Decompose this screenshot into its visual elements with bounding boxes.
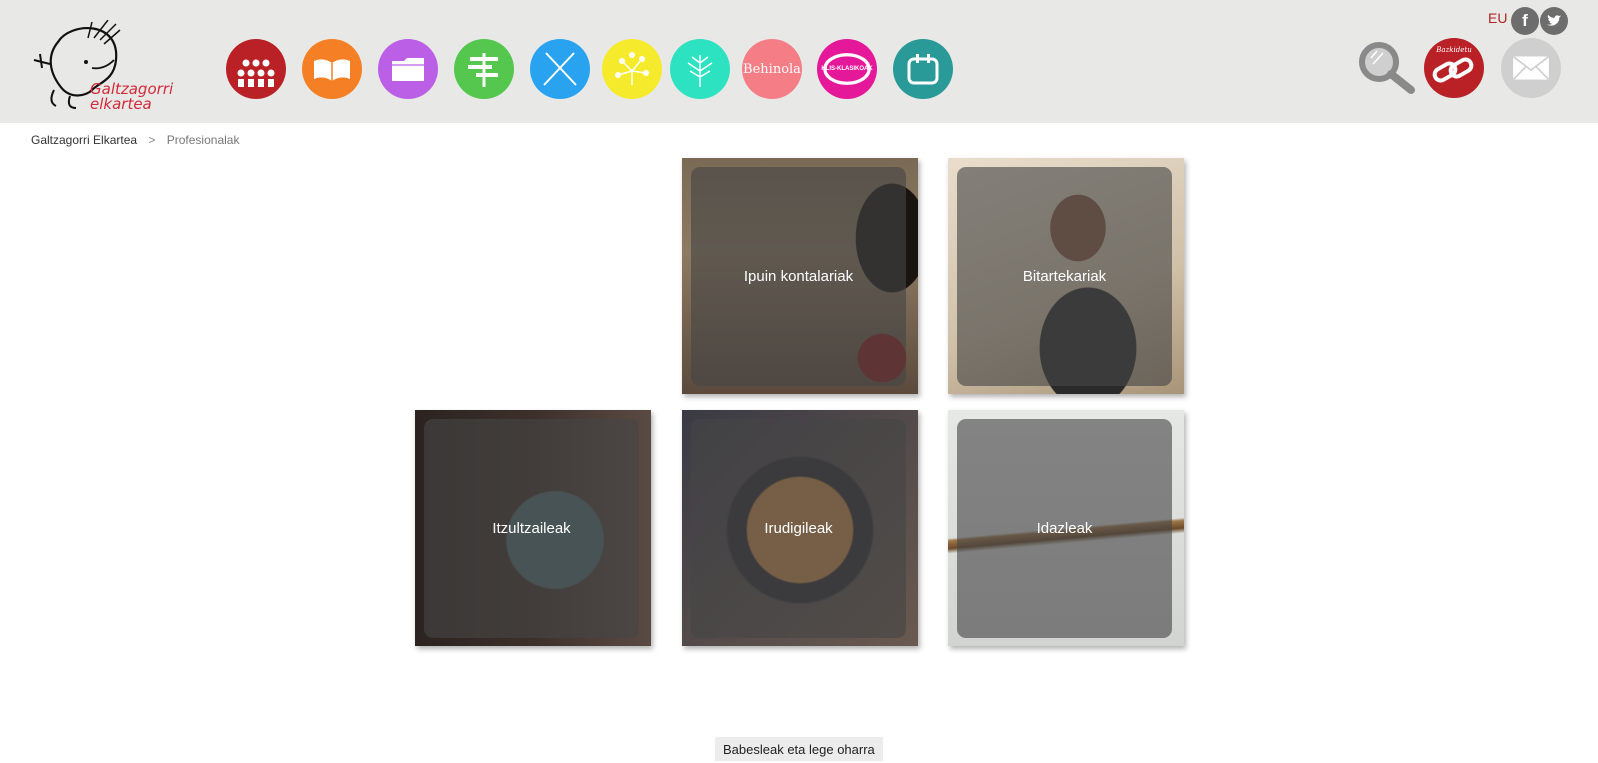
- logo-text: Galtzagorri elkartea: [90, 82, 173, 112]
- bazkidetu-label: Bazkidetu: [1436, 46, 1472, 54]
- language-switch[interactable]: EU: [1488, 10, 1507, 26]
- people-dots-icon: [237, 59, 275, 87]
- facebook-icon[interactable]: f: [1511, 7, 1539, 35]
- open-book-icon: [314, 59, 350, 81]
- tile-idazleak[interactable]: Idazleak: [948, 410, 1184, 646]
- signpost-icon: [468, 53, 498, 87]
- breadcrumb-separator: >: [148, 133, 156, 147]
- contact-button[interactable]: [1501, 38, 1561, 98]
- behinola-label: Behinola: [743, 61, 801, 77]
- tile-irudigileak[interactable]: Irudigileak: [682, 410, 918, 646]
- breadcrumb: Galtzagorri Elkartea > Profesionalak: [31, 133, 239, 147]
- tile-overlay: Itzultzaileak: [424, 419, 639, 638]
- tile-label: Irudigileak: [764, 520, 833, 537]
- nav-behinola[interactable]: Behinola: [742, 39, 802, 99]
- tile-ipuin-kontalariak[interactable]: Ipuin kontalariak: [682, 158, 918, 394]
- folder-icon: [392, 58, 424, 81]
- tile-itzultzaileak[interactable]: Itzultzaileak: [415, 410, 651, 646]
- nav-agenda[interactable]: [893, 39, 953, 99]
- nav-zuhaitza[interactable]: [670, 39, 730, 99]
- tile-label: Bitartekariak: [1022, 268, 1107, 285]
- tile-bitartekariak[interactable]: Bitartekariak: [948, 158, 1184, 394]
- nav-bazkideak[interactable]: [226, 39, 286, 99]
- chain-link-icon: [823, 53, 871, 85]
- network-icon: [615, 52, 649, 85]
- site-logo[interactable]: Galtzagorri elkartea: [30, 19, 190, 120]
- tile-label: Idazleak: [1036, 520, 1093, 537]
- twitter-bird-glyph: [1546, 14, 1562, 26]
- tree-icon: [687, 55, 713, 87]
- crossed-pencils-icon: [543, 52, 577, 86]
- search-icon: [1359, 42, 1415, 94]
- breadcrumb-current: Profesionalak: [166, 133, 240, 147]
- nav-liburuak[interactable]: [302, 39, 362, 99]
- tile-overlay: Idazleak: [957, 419, 1172, 638]
- calendar-icon: [907, 54, 939, 85]
- tile-label: Ipuin kontalariak: [743, 268, 854, 285]
- tile-overlay: Irudigileak: [691, 419, 906, 638]
- logo-line-2: elkartea: [90, 95, 152, 113]
- nav-sarea[interactable]: [602, 39, 662, 99]
- nav-karpetak[interactable]: [378, 39, 438, 99]
- envelope-icon: [1512, 55, 1550, 81]
- site-header: Galtzagorri elkartea Behinola KLIS-KLASI…: [0, 0, 1598, 123]
- tile-overlay: Ipuin kontalariak: [691, 167, 906, 386]
- footer-legal-link[interactable]: Babesleak eta lege oharra: [715, 737, 883, 761]
- nav-tresnak[interactable]: [530, 39, 590, 99]
- tile-label: Itzultzaileak: [492, 520, 571, 537]
- facebook-glyph: f: [1522, 11, 1528, 30]
- search-button[interactable]: [1355, 38, 1417, 100]
- twitter-icon[interactable]: [1540, 7, 1568, 35]
- nav-seinaleak[interactable]: [454, 39, 514, 99]
- tile-overlay: Bitartekariak: [957, 167, 1172, 386]
- bazkidetu-button[interactable]: Bazkidetu: [1424, 38, 1484, 98]
- nav-klis-klasikoak[interactable]: KLIS-KLASIKOAK: [817, 39, 877, 99]
- breadcrumb-home-link[interactable]: Galtzagorri Elkartea: [31, 133, 137, 147]
